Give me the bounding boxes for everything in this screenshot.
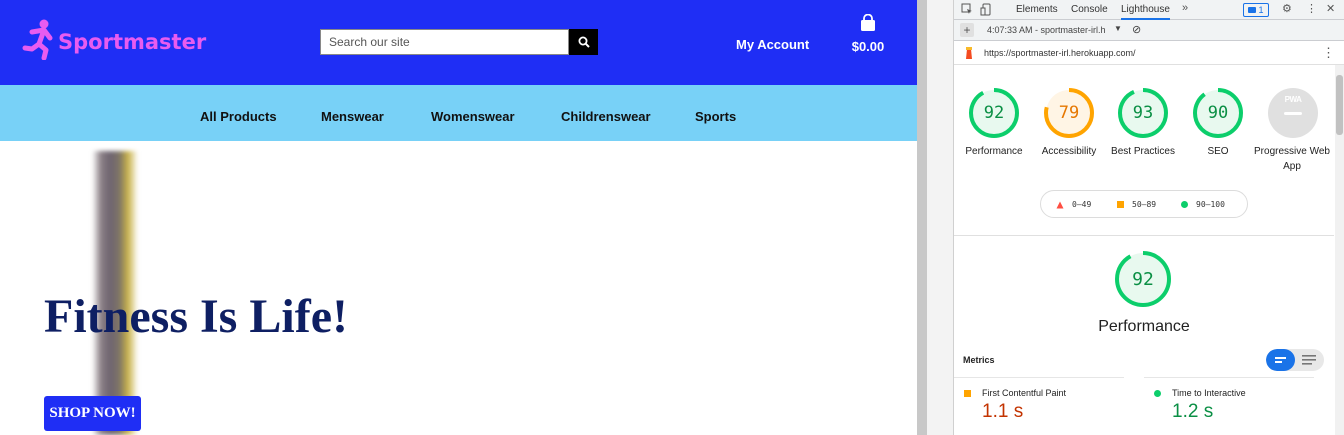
site-search — [320, 29, 598, 55]
site-logo[interactable]: Sportmaster — [22, 18, 206, 60]
kebab-menu-icon[interactable]: ⋮ — [1306, 2, 1317, 15]
shopping-bag-icon — [861, 13, 875, 31]
metric-time-to-interactive: Time to Interactive 1.2 s — [1144, 377, 1314, 422]
main-nav: All Products Menswear Womenswear Childre… — [0, 85, 917, 141]
website-viewport: Sportmaster My Account $0.00 — [0, 0, 917, 435]
my-account-link[interactable]: My Account — [736, 37, 809, 52]
tab-elements[interactable]: Elements — [1016, 4, 1058, 15]
nav-womenswear[interactable]: Womenswear — [431, 109, 515, 124]
square-icon — [964, 390, 971, 397]
tab-console[interactable]: Console — [1071, 4, 1108, 15]
triangle-icon — [1056, 201, 1064, 208]
nav-all-products[interactable]: All Products — [200, 109, 277, 124]
lighthouse-toolbar: + 4:07:33 AM - sportmaster-irl.h ▼ ⊘ — [954, 20, 1344, 41]
legend-average: 50–89 — [1117, 200, 1156, 209]
lines-short-icon — [1275, 357, 1286, 363]
gauge-score: 92 — [983, 103, 1005, 123]
metrics-heading: Metrics — [963, 355, 995, 365]
inspect-element-icon[interactable] — [961, 3, 973, 18]
plus-icon[interactable]: + — [960, 23, 974, 37]
gauge-seo[interactable]: 90 — [1192, 87, 1244, 139]
audited-url: https://sportmaster-irl.herokuapp.com/ — [984, 48, 1136, 58]
shop-now-button[interactable]: SHOP NOW! — [44, 396, 141, 431]
gauge-label-pwa: Progressive Web App — [1254, 146, 1330, 172]
search-button[interactable] — [569, 29, 598, 55]
performance-score: 92 — [1132, 268, 1154, 290]
metric-value: 1.1 s — [982, 401, 1024, 422]
gauge-label-seo: SEO — [1207, 146, 1229, 157]
chevron-down-icon[interactable]: ▼ — [1114, 24, 1122, 33]
page-scrollbar[interactable] — [917, 0, 927, 435]
lighthouse-url-bar: https://sportmaster-irl.herokuapp.com/ ⋮ — [954, 41, 1344, 65]
gauge-pwa[interactable]: PWA — [1267, 87, 1319, 139]
cart-total: $0.00 — [851, 39, 885, 54]
gauge-label-best-practices: Best Practices — [1111, 146, 1175, 157]
gauge-score: 90 — [1207, 103, 1229, 123]
pwa-badge-text: PWA — [1284, 95, 1302, 104]
scrollbar-thumb[interactable] — [1336, 75, 1343, 135]
legend-fail: 0–49 — [1056, 200, 1091, 209]
gauge-score: 79 — [1058, 103, 1080, 123]
report-scrollbar[interactable] — [1335, 65, 1344, 435]
gauge-accessibility[interactable]: 79 — [1043, 87, 1095, 139]
more-tabs-icon[interactable]: » — [1182, 2, 1188, 14]
report-select[interactable]: 4:07:33 AM - sportmaster-irl.h — [987, 25, 1106, 35]
lighthouse-report: 92 Performance 79 Accessibility 93 Best … — [954, 65, 1334, 435]
gauge-best-practices[interactable]: 93 — [1117, 87, 1169, 139]
tab-lighthouse[interactable]: Lighthouse — [1121, 4, 1170, 20]
message-icon — [1248, 7, 1257, 13]
performance-gauge: 92 — [1114, 250, 1172, 308]
device-toolbar-icon[interactable] — [980, 3, 992, 19]
nav-sports[interactable]: Sports — [695, 109, 736, 124]
metric-first-contentful-paint: First Contentful Paint 1.1 s — [954, 377, 1124, 422]
cart-link[interactable]: $0.00 — [850, 13, 886, 54]
devtools-splitter[interactable] — [927, 0, 954, 435]
metric-name: First Contentful Paint — [982, 388, 1067, 398]
gauge-label-accessibility: Accessibility — [1041, 146, 1097, 157]
hero-title: Fitness Is Life! — [44, 290, 348, 343]
issues-badge[interactable]: 1 — [1243, 3, 1269, 17]
circle-icon — [1181, 201, 1188, 208]
search-icon — [578, 36, 590, 48]
brand-name: Sportmaster — [58, 30, 207, 54]
devtools-tabbar: Elements Console Lighthouse » 1 ⚙ ⋮ ✕ — [954, 0, 1344, 20]
search-input[interactable] — [320, 29, 569, 55]
section-divider — [954, 235, 1334, 236]
gauge-score: 93 — [1132, 103, 1154, 123]
clear-icon[interactable]: ⊘ — [1132, 23, 1141, 36]
compact-view-option[interactable] — [1266, 349, 1295, 371]
metric-value: 1.2 s — [1172, 401, 1214, 422]
metric-name: Time to Interactive — [1172, 388, 1246, 398]
site-header: Sportmaster My Account $0.00 — [0, 0, 917, 85]
lighthouse-logo-icon — [966, 47, 972, 59]
gauge-performance[interactable]: 92 — [968, 87, 1020, 139]
close-icon[interactable]: ✕ — [1326, 2, 1335, 15]
runner-icon — [22, 19, 53, 60]
screen: Sportmaster My Account $0.00 — [0, 0, 1344, 435]
score-legend: 0–49 50–89 90–100 — [1040, 190, 1248, 218]
gauge-label-performance: Performance — [965, 146, 1023, 157]
circle-icon — [1154, 390, 1161, 397]
nav-childrenswear[interactable]: Childrenswear — [561, 109, 651, 124]
url-menu-icon[interactable]: ⋮ — [1322, 45, 1335, 61]
square-icon — [1117, 201, 1124, 208]
lines-long-icon[interactable] — [1295, 349, 1324, 371]
nav-menswear[interactable]: Menswear — [321, 109, 384, 124]
gear-icon[interactable]: ⚙ — [1282, 2, 1292, 15]
metrics-view-toggle[interactable] — [1266, 349, 1324, 371]
legend-pass: 90–100 — [1181, 200, 1225, 209]
performance-heading: Performance — [1098, 318, 1190, 335]
hero-section: Fitness Is Life! SHOP NOW! — [0, 141, 917, 435]
devtools-panel: Elements Console Lighthouse » 1 ⚙ ⋮ ✕ + … — [954, 0, 1344, 435]
